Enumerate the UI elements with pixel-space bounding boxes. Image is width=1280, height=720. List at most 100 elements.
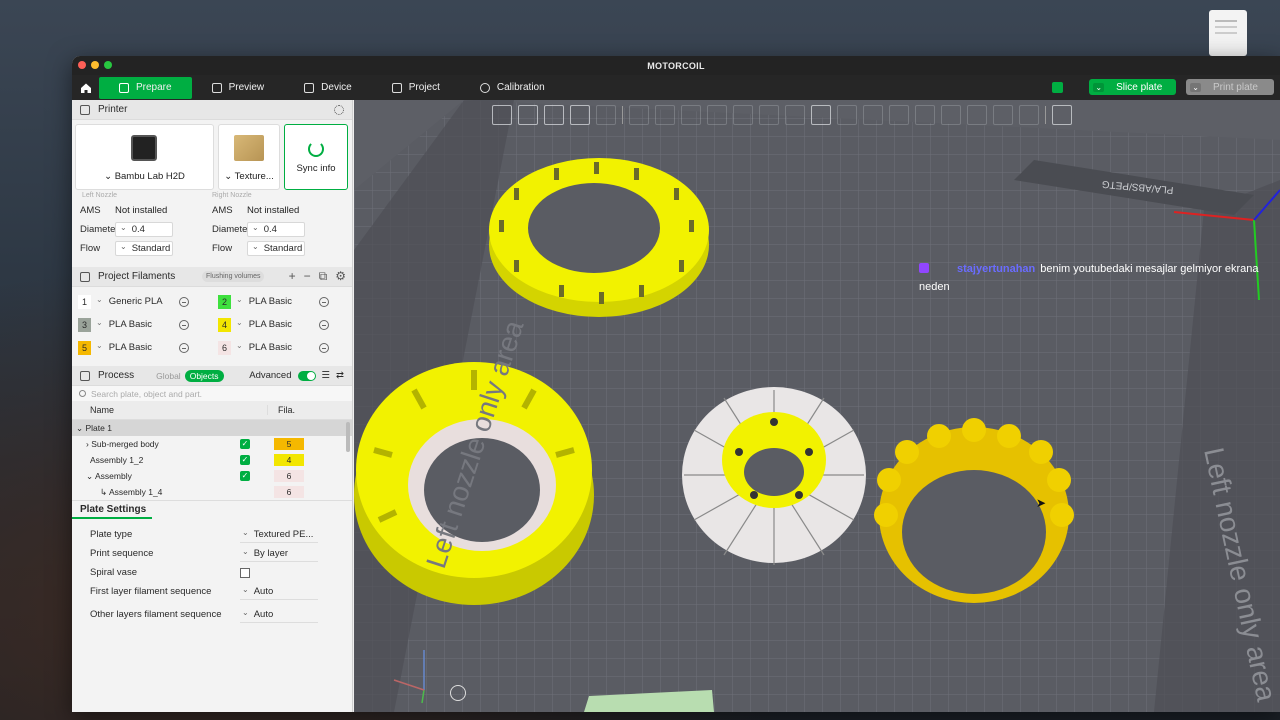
svg-icon[interactable] <box>941 105 961 125</box>
list-icon[interactable]: ☰ <box>322 370 331 381</box>
filament-type-select[interactable]: PLA Basic <box>236 319 314 330</box>
filament-badge[interactable]: 5 <box>274 438 304 450</box>
view-icon[interactable] <box>1052 105 1072 125</box>
auto-orient-icon[interactable] <box>544 105 564 125</box>
sync-info-button[interactable]: Sync info <box>284 124 348 190</box>
cut-icon[interactable] <box>707 105 727 125</box>
camera-reset-icon[interactable] <box>450 685 466 701</box>
object-search-input[interactable]: Search plate, object and part. <box>72 386 352 401</box>
filament-slot-3[interactable]: 3 PLA Basic <box>78 316 214 333</box>
filament-slot-6[interactable]: 6 PLA Basic <box>218 339 354 356</box>
right-diameter-select[interactable]: 0.4 <box>247 222 305 237</box>
remove-circle-icon[interactable] <box>319 296 329 307</box>
split-icon[interactable] <box>596 105 616 125</box>
filament-color-swatch[interactable]: 3 <box>78 317 91 332</box>
mesh-boolean-icon[interactable] <box>837 105 857 125</box>
measure-icon[interactable] <box>863 105 883 125</box>
home-button[interactable] <box>72 75 99 100</box>
plate-setting-select[interactable]: Textured PE... <box>240 527 318 543</box>
printer-selector[interactable]: ⌄ Bambu Lab H2D <box>75 124 214 190</box>
text-tool-icon[interactable] <box>811 105 831 125</box>
rotate-icon[interactable] <box>655 105 675 125</box>
remove-circle-icon[interactable] <box>179 296 189 307</box>
filament-color-swatch[interactable]: 4 <box>218 317 231 332</box>
emboss-icon[interactable] <box>915 105 935 125</box>
filament-color-swatch[interactable]: 1 <box>78 294 91 309</box>
tree-row[interactable]: ↳ Assembly 1_4 6 <box>72 484 352 500</box>
chevron-down-icon[interactable]: ⌄ <box>1190 82 1201 92</box>
tab-preview[interactable]: Preview <box>192 77 285 99</box>
compare-icon[interactable]: ⇄ <box>336 370 344 381</box>
minimize-window-button[interactable] <box>91 61 99 69</box>
plate-setting-select[interactable]: Auto <box>240 607 318 623</box>
global-toggle[interactable]: Global <box>156 371 181 381</box>
filament-slot-1[interactable]: 1 Generic PLA <box>78 293 214 310</box>
plate-settings-title[interactable]: Plate Settings <box>72 501 152 519</box>
filament-slot-2[interactable]: 2 PLA Basic <box>218 293 354 310</box>
remove-circle-icon[interactable] <box>319 342 329 353</box>
visibility-checkbox[interactable]: ✓ <box>240 439 250 449</box>
support-icon[interactable] <box>733 105 753 125</box>
tree-row[interactable]: ⌄ Assembly ✓ 6 <box>72 468 352 484</box>
filament-settings-icon[interactable]: ⚙ <box>335 269 346 284</box>
tab-calibration[interactable]: Calibration <box>460 77 565 99</box>
scale-icon[interactable] <box>681 105 701 125</box>
filament-type-select[interactable]: PLA Basic <box>96 342 174 353</box>
advanced-toggle[interactable] <box>297 370 316 381</box>
remove-filament-icon[interactable]: − <box>304 269 311 284</box>
3d-viewport[interactable]: Left nozzle only area Left nozzle only a… <box>354 100 1280 712</box>
paint-icon[interactable] <box>785 105 805 125</box>
gear-icon[interactable] <box>334 105 344 115</box>
slice-icon[interactable] <box>1019 105 1039 125</box>
tree-scrollbar[interactable] <box>346 422 350 452</box>
plate-selector[interactable]: ⌄ Texture... <box>218 124 280 190</box>
remove-circle-icon[interactable] <box>179 319 189 330</box>
sync-filament-icon[interactable]: ⧉ <box>319 269 328 284</box>
assemble-icon[interactable] <box>889 105 909 125</box>
tab-prepare[interactable]: Prepare <box>99 76 192 99</box>
filament-badge[interactable]: 6 <box>274 486 304 498</box>
grid-icon[interactable] <box>518 105 538 125</box>
maximize-window-button[interactable] <box>104 61 112 69</box>
filament-badge[interactable]: 4 <box>274 454 304 466</box>
objects-toggle[interactable]: Objects <box>184 369 224 382</box>
filament-badge[interactable]: 6 <box>274 470 304 482</box>
filament-column-header[interactable]: Fila. <box>268 405 295 415</box>
visibility-checkbox[interactable]: ✓ <box>240 455 250 465</box>
visibility-checkbox[interactable]: ✓ <box>240 471 250 481</box>
flushing-volumes-button[interactable]: Flushing volumes <box>202 271 265 282</box>
left-flow-select[interactable]: Standard <box>115 241 173 256</box>
drop-icon[interactable] <box>993 105 1013 125</box>
filament-color-swatch[interactable]: 2 <box>218 294 231 309</box>
arrange-icon[interactable] <box>570 105 590 125</box>
filament-type-select[interactable]: Generic PLA <box>96 296 174 307</box>
name-column-header[interactable]: Name <box>72 405 268 415</box>
spiral-vase-checkbox[interactable] <box>240 567 250 578</box>
right-flow-select[interactable]: Standard <box>247 241 305 256</box>
axis-gizmo[interactable] <box>374 645 434 705</box>
filament-type-select[interactable]: PLA Basic <box>96 319 174 330</box>
tree-row[interactable]: › Sub-merged body ✓ 5 <box>72 436 352 452</box>
remove-circle-icon[interactable] <box>179 342 189 353</box>
tree-row[interactable]: Assembly 1_2 ✓ 4 <box>72 452 352 468</box>
tree-row[interactable]: ⌄ Plate 1 <box>72 420 352 436</box>
brim-ears-icon[interactable] <box>967 105 987 125</box>
tab-device[interactable]: Device <box>284 77 372 99</box>
chevron-down-icon[interactable]: ⌄ <box>1093 82 1105 92</box>
filament-type-select[interactable]: PLA Basic <box>236 342 314 353</box>
seam-icon[interactable] <box>759 105 779 125</box>
close-window-button[interactable] <box>78 61 86 69</box>
move-icon[interactable] <box>629 105 649 125</box>
add-filament-icon[interactable]: + <box>289 269 296 284</box>
filament-type-select[interactable]: PLA Basic <box>236 296 314 307</box>
filament-color-swatch[interactable]: 5 <box>78 340 91 355</box>
sidebar-toggle-icon[interactable] <box>1052 81 1064 93</box>
left-diameter-select[interactable]: 0.4 <box>115 222 173 237</box>
plate-setting-select[interactable]: By layer <box>240 546 318 562</box>
tab-project[interactable]: Project <box>372 77 460 99</box>
desktop-file-icon[interactable] <box>1209 10 1247 56</box>
filament-slot-4[interactable]: 4 PLA Basic <box>218 316 354 333</box>
slice-plate-button[interactable]: ⌄ Slice plate <box>1089 79 1177 95</box>
filament-color-swatch[interactable]: 6 <box>218 340 231 355</box>
filament-slot-5[interactable]: 5 PLA Basic <box>78 339 214 356</box>
